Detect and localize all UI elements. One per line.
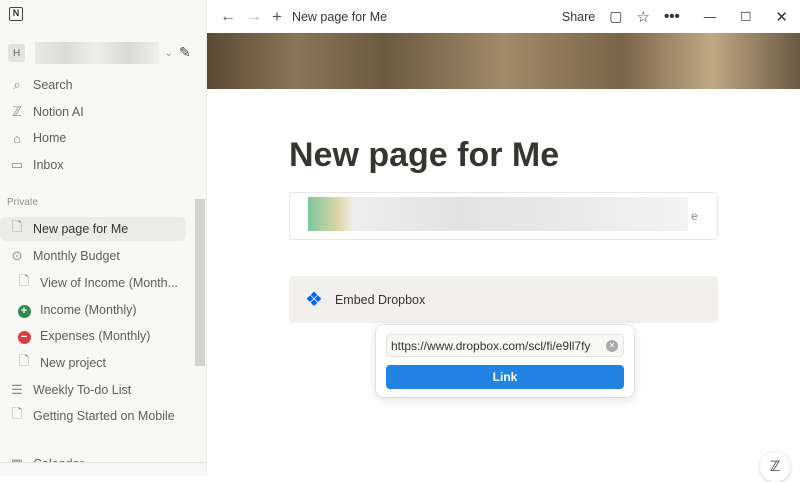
sidebar-item-search[interactable]: ⌕ Search xyxy=(0,73,186,97)
favorite-star-icon[interactable]: ☆ xyxy=(636,8,649,26)
sidebar-item-label: Notion AI xyxy=(33,105,84,119)
plus-circle-icon: + xyxy=(16,302,32,318)
link-button[interactable]: Link xyxy=(386,365,624,389)
cover-image[interactable] xyxy=(207,33,800,89)
budget-icon: ⊙ xyxy=(11,248,23,263)
section-label-private: Private xyxy=(7,197,39,208)
sidebar-item-label: Getting Started on Mobile xyxy=(33,409,175,423)
embed-label: Embed Dropbox xyxy=(334,292,426,307)
embed-dropbox-block[interactable]: ❖ Embed Dropbox xyxy=(289,276,718,323)
page-icon: 🗋 xyxy=(18,353,30,368)
chevron-down-icon: ⌄ xyxy=(164,47,173,59)
add-page-icon[interactable]: + xyxy=(272,7,282,27)
close-window-icon[interactable]: ✕ xyxy=(775,8,788,26)
blurred-content xyxy=(308,197,688,231)
list-icon: ☰ xyxy=(11,382,23,397)
sidebar-item-new-project[interactable]: 🗋 New project xyxy=(0,351,186,375)
notion-ai-icon: ℤ xyxy=(12,104,22,119)
embed-link-popup: https://www.dropbox.com/scl/fi/e9ll7fy ✕… xyxy=(376,325,634,397)
sidebar-item-label: View of Income (Month... xyxy=(40,276,179,290)
comments-icon[interactable]: ▢ xyxy=(609,8,622,25)
dropbox-icon: ❖ xyxy=(305,289,323,311)
notion-ai-icon: ℤ xyxy=(769,458,781,474)
workspace-avatar: H xyxy=(8,44,26,62)
search-icon: ⌕ xyxy=(13,77,21,92)
sidebar-item-view-of-income[interactable]: 🗋 View of Income (Month... xyxy=(0,271,186,295)
clear-input-icon[interactable]: ✕ xyxy=(606,339,618,352)
page-icon: 🗋 xyxy=(11,406,23,421)
home-icon: ⌂ xyxy=(13,130,21,146)
sidebar-item-inbox[interactable]: ▭ Inbox xyxy=(0,153,186,177)
sidebar-item-monthly-budget[interactable]: ⊙ Monthly Budget xyxy=(0,244,186,268)
sidebar-item-home[interactable]: ⌂ Home xyxy=(0,126,186,150)
sidebar-item-weekly-todo[interactable]: ☰ Weekly To-do List xyxy=(0,378,186,402)
sidebar-item-label: Income (Monthly) xyxy=(40,303,137,317)
sidebar-item-expenses[interactable]: − Expenses (Monthly) xyxy=(0,324,186,348)
sidebar-footer-divider xyxy=(0,462,206,476)
top-bar: ← → + New page for Me Share ▢ ☆ ••• — ☐ … xyxy=(207,0,800,33)
sidebar-item-label: New page for Me xyxy=(33,222,129,236)
minus-circle-icon: − xyxy=(16,328,32,344)
forward-arrow-icon[interactable]: → xyxy=(246,8,262,26)
page-icon: 🗋 xyxy=(11,219,23,234)
page-title[interactable]: New page for Me xyxy=(289,136,559,175)
sidebar-item-label: Expenses (Monthly) xyxy=(40,329,151,343)
share-button[interactable]: Share xyxy=(562,10,595,24)
linked-page-icon: 🗋 xyxy=(18,273,30,288)
sidebar-item-label: Home xyxy=(33,131,67,145)
workspace-name-blurred xyxy=(35,42,159,64)
sidebar-item-label: Monthly Budget xyxy=(33,249,120,263)
notion-ai-button[interactable]: ℤ xyxy=(760,452,790,482)
minimize-window-icon[interactable]: — xyxy=(704,10,717,24)
sidebar-item-new-page-for-me[interactable]: 🗋 New page for Me xyxy=(0,217,186,241)
sidebar-item-label: New project xyxy=(40,356,106,370)
breadcrumb[interactable]: New page for Me xyxy=(292,10,387,24)
back-arrow-icon[interactable]: ← xyxy=(220,8,236,26)
url-input-value: https://www.dropbox.com/scl/fi/e9ll7fy xyxy=(391,338,591,353)
new-page-icon[interactable]: ✎ xyxy=(179,44,191,61)
url-input[interactable]: https://www.dropbox.com/scl/fi/e9ll7fy ✕ xyxy=(386,334,624,357)
workspace-switcher[interactable]: H ⌄ xyxy=(8,42,173,64)
main-area: ← → + New page for Me Share ▢ ☆ ••• — ☐ … xyxy=(207,0,800,482)
sidebar-scrollbar[interactable] xyxy=(195,199,205,366)
maximize-window-icon[interactable]: ☐ xyxy=(740,9,751,24)
sidebar-item-label: Search xyxy=(33,78,73,92)
sidebar-item-label: Weekly To-do List xyxy=(33,383,132,397)
sidebar-item-notion-ai[interactable]: ℤ Notion AI xyxy=(0,100,186,124)
more-options-icon[interactable]: ••• xyxy=(664,8,680,25)
inbox-icon: ▭ xyxy=(10,157,24,172)
blurred-content-block[interactable]: e xyxy=(289,192,718,240)
sidebar: N H ⌄ ✎ ⌕ Search ℤ Notion AI ⌂ Home ▭ Inbox … xyxy=(0,0,207,476)
sidebar-item-getting-started[interactable]: 🗋 Getting Started on Mobile xyxy=(0,404,186,428)
notion-logo-icon[interactable]: N xyxy=(9,7,23,21)
sidebar-item-label: Inbox xyxy=(33,158,64,172)
sidebar-item-income[interactable]: + Income (Monthly) xyxy=(0,298,186,322)
partial-text: e xyxy=(691,209,698,223)
